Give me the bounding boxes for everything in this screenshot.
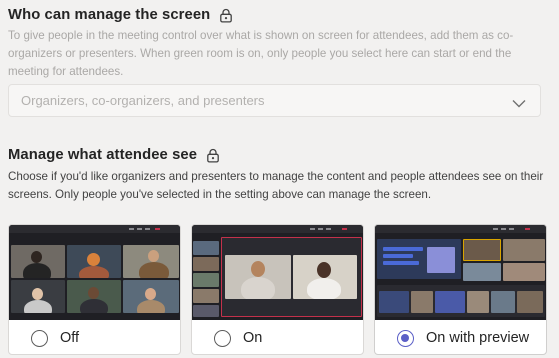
manage-screen-heading: Who can manage the screen (8, 7, 233, 23)
option-off-footer[interactable]: Off (9, 320, 180, 354)
attendee-view-options: Off On On with preview (8, 224, 549, 356)
manage-screen-title: Who can manage the screen (8, 7, 211, 23)
manage-attendee-heading: Manage what attendee see (8, 147, 220, 163)
option-off-label: Off (60, 330, 80, 346)
option-off-card[interactable]: Off (8, 224, 181, 355)
manage-attendee-title: Manage what attendee see (8, 147, 198, 163)
manage-attendee-description: Choose if you'd like organizers and pres… (8, 170, 544, 202)
lock-icon (206, 148, 220, 163)
option-on-with-preview-card[interactable]: On with preview (374, 224, 547, 355)
option-on-radio[interactable] (214, 329, 231, 347)
manage-screen-description: To give people in the meeting control ov… (8, 29, 514, 79)
dropdown-value: Organizers, co-organizers, and presenter… (21, 93, 265, 108)
lock-icon (219, 8, 233, 23)
on-preview-thumbnail (192, 225, 363, 320)
chevron-down-icon (512, 96, 526, 111)
option-on-with-preview-footer[interactable]: On with preview (375, 320, 546, 354)
manage-screen-dropdown[interactable]: Organizers, co-organizers, and presenter… (8, 84, 541, 117)
option-off-radio[interactable] (31, 329, 48, 347)
on-with-preview-thumbnail (375, 225, 546, 320)
meeting-options-panel: Who can manage the screen To give people… (0, 0, 559, 358)
option-on-card[interactable]: On (191, 224, 364, 355)
option-on-with-preview-radio[interactable] (397, 329, 414, 347)
option-on-label: On (243, 330, 263, 346)
option-on-footer[interactable]: On (192, 320, 363, 354)
option-on-with-preview-label: On with preview (426, 330, 530, 346)
off-preview-thumbnail (9, 225, 180, 320)
